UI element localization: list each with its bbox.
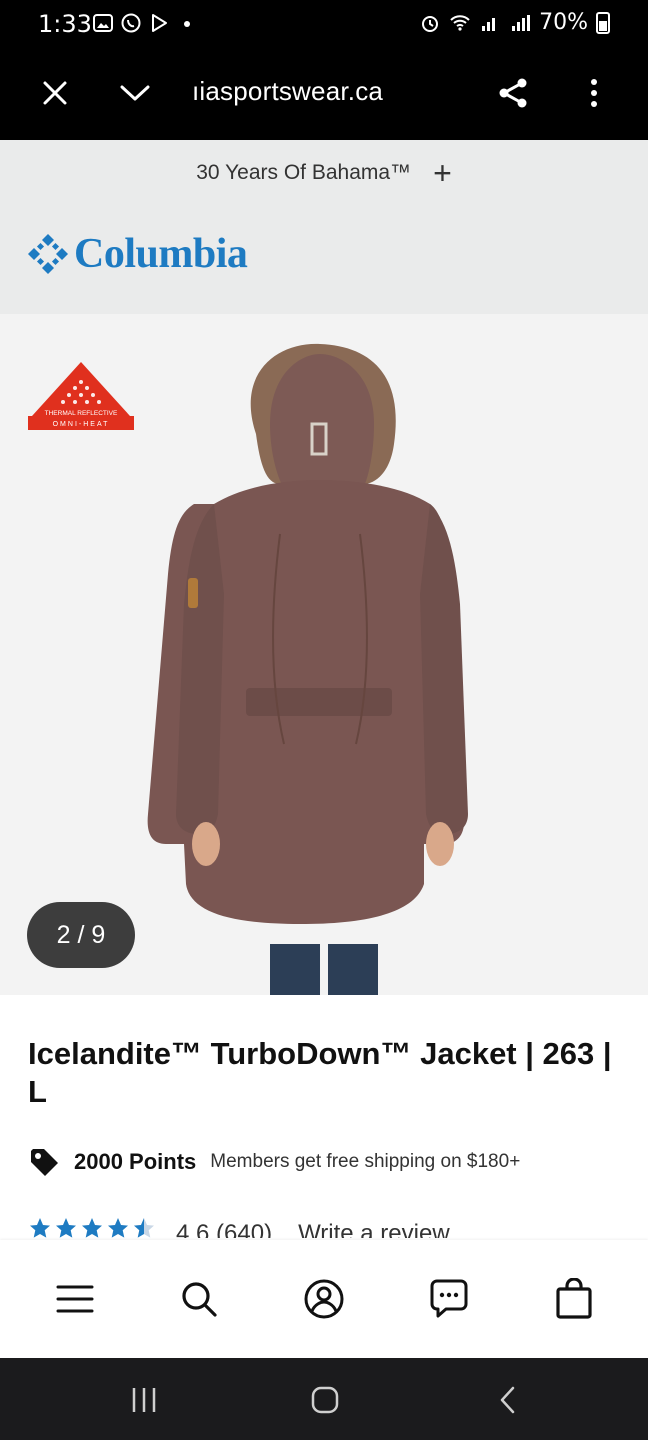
star-icon bbox=[82, 1218, 102, 1238]
close-icon bbox=[43, 81, 67, 105]
url-display[interactable]: ıiasportswear.ca bbox=[192, 76, 383, 107]
promo-expand-icon[interactable]: + bbox=[433, 157, 452, 189]
dot-icon bbox=[184, 21, 190, 27]
product-gallery[interactable]: THERMAL REFLECTIVE OMNI-HEAT 2 / 9 bbox=[0, 314, 648, 995]
product-title: Icelandite™ TurboDown™ Jacket | 263 | L bbox=[28, 1036, 612, 1109]
gallery-icon bbox=[93, 14, 113, 32]
more-vertical-icon bbox=[591, 79, 597, 107]
shipping-note: Members get free shipping on $180+ bbox=[210, 1151, 521, 1172]
lte-signal-icon bbox=[512, 14, 531, 31]
promo-text: 30 Years Of Bahama™ bbox=[196, 161, 412, 184]
home-button[interactable] bbox=[303, 1378, 347, 1422]
half-star-icon bbox=[134, 1218, 154, 1238]
site-header: Columbia bbox=[0, 206, 648, 314]
rewards-row: 2000 Points Members get free shipping on… bbox=[28, 1146, 520, 1178]
points-value: 2000 Points bbox=[74, 1149, 197, 1174]
system-nav-bar bbox=[0, 1358, 648, 1440]
rating-value[interactable]: 4.6 (640) bbox=[176, 1220, 272, 1238]
back-icon bbox=[500, 1386, 515, 1414]
cart-button[interactable] bbox=[549, 1274, 599, 1324]
more-options-button[interactable] bbox=[569, 68, 619, 118]
status-right-group: 70% bbox=[419, 10, 610, 35]
signal-icon bbox=[482, 17, 496, 31]
search-button[interactable] bbox=[174, 1274, 224, 1324]
star-icon bbox=[56, 1218, 76, 1238]
chat-icon bbox=[430, 1279, 468, 1318]
columbia-logo[interactable]: Columbia bbox=[26, 230, 248, 278]
shopping-bag-icon bbox=[556, 1278, 592, 1319]
menu-button[interactable] bbox=[50, 1274, 100, 1324]
battery-icon bbox=[596, 11, 610, 34]
star-icon bbox=[108, 1218, 128, 1238]
star-rating bbox=[28, 1216, 156, 1238]
star-icon bbox=[30, 1218, 50, 1238]
menu-icon bbox=[56, 1285, 94, 1313]
chat-button[interactable] bbox=[424, 1274, 474, 1324]
status-time: 1:33 bbox=[38, 10, 92, 38]
battery-percent: 70% bbox=[539, 10, 588, 35]
columbia-diamond-icon bbox=[28, 234, 68, 274]
home-icon bbox=[311, 1386, 339, 1414]
notification-icons bbox=[92, 12, 198, 34]
recent-apps-button[interactable] bbox=[122, 1378, 166, 1422]
minimize-button[interactable] bbox=[110, 68, 160, 118]
site-bottom-nav bbox=[0, 1240, 648, 1358]
brand-name: Columbia bbox=[74, 231, 248, 277]
whatsapp-icon bbox=[121, 13, 141, 33]
wifi-icon bbox=[450, 14, 470, 31]
promo-banner[interactable]: 30 Years Of Bahama™ + bbox=[0, 140, 648, 206]
recent-apps-icon bbox=[132, 1388, 156, 1412]
tag-icon bbox=[31, 1149, 58, 1176]
status-bar: 1:33 70% bbox=[0, 0, 648, 48]
browser-toolbar: ıiasportswear.ca bbox=[0, 48, 648, 140]
back-button[interactable] bbox=[486, 1378, 530, 1422]
rating-row: 4.6 (640) Write a review bbox=[28, 1216, 628, 1238]
chevron-down-icon bbox=[120, 85, 150, 101]
close-tab-button[interactable] bbox=[30, 68, 80, 118]
share-icon bbox=[499, 78, 527, 108]
write-review-link[interactable]: Write a review bbox=[298, 1220, 450, 1238]
alarm-icon bbox=[422, 15, 439, 32]
account-button[interactable] bbox=[299, 1274, 349, 1324]
user-icon bbox=[304, 1279, 344, 1319]
search-icon bbox=[182, 1282, 217, 1317]
play-store-icon bbox=[152, 14, 167, 32]
image-counter: 2 / 9 bbox=[27, 902, 135, 968]
share-button[interactable] bbox=[488, 68, 538, 118]
product-image bbox=[147, 343, 468, 995]
